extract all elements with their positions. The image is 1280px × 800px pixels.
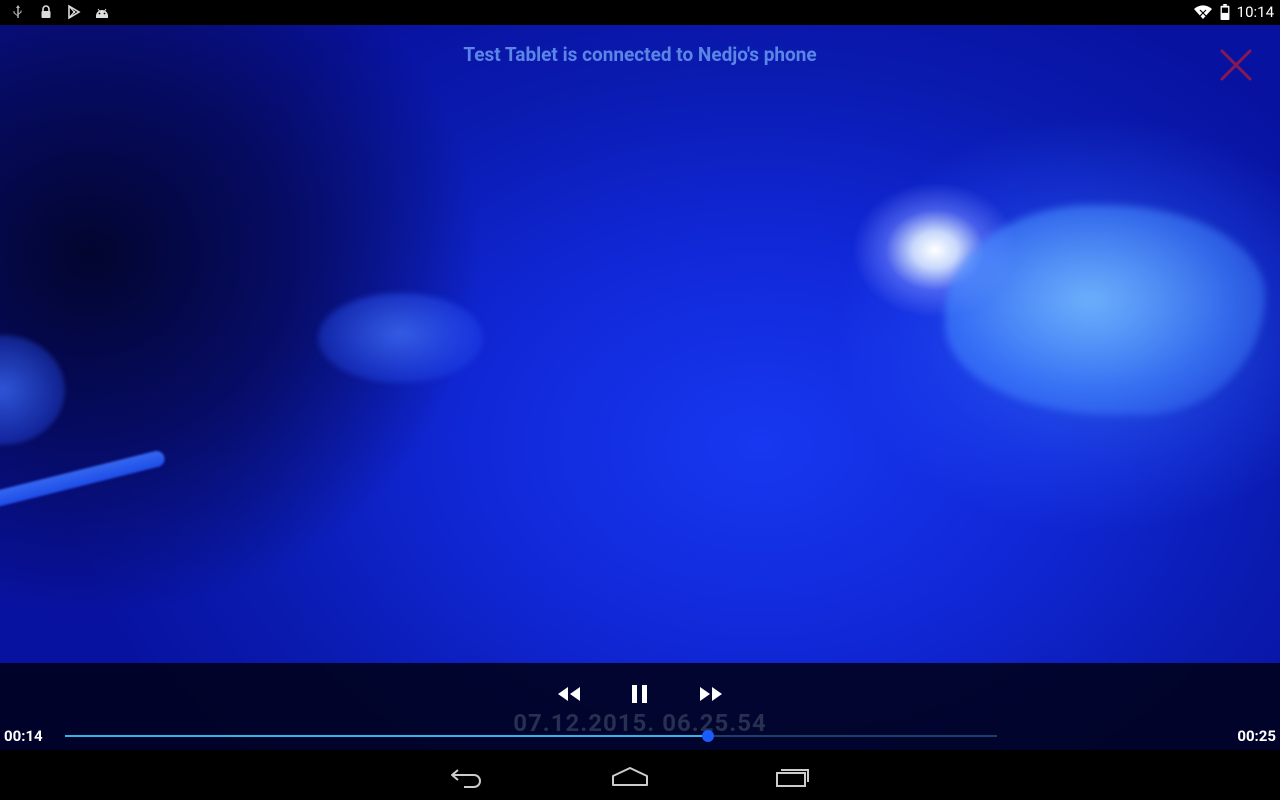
video-content xyxy=(0,449,167,511)
recording-timestamp: 07.12.2015. 06.25.54 xyxy=(513,709,767,737)
clock: 10:14 xyxy=(1236,3,1274,21)
recents-icon[interactable] xyxy=(773,764,813,788)
playback-controls: 07.12.2015. 06.25.54 00:14 00:25 xyxy=(0,663,1280,750)
video-content xyxy=(0,335,65,445)
rewind-icon[interactable] xyxy=(555,682,583,706)
android-debug-icon xyxy=(96,8,108,18)
status-bar: 10:14 xyxy=(0,0,1280,25)
cast-status-message: Test Tablet is connected to Nedjo's phon… xyxy=(463,43,817,66)
video-content xyxy=(318,293,483,383)
battery-icon xyxy=(1220,4,1230,20)
home-icon[interactable] xyxy=(610,764,650,788)
navigation-bar xyxy=(0,750,1280,800)
usb-icon xyxy=(13,5,22,18)
back-icon[interactable] xyxy=(448,764,488,788)
video-frame[interactable]: Test Tablet is connected to Nedjo's phon… xyxy=(0,25,1280,750)
seek-progress xyxy=(65,735,709,737)
pause-icon[interactable] xyxy=(626,682,654,706)
seek-bar[interactable] xyxy=(65,730,997,742)
wifi-icon xyxy=(1193,5,1212,19)
seek-thumb[interactable] xyxy=(702,730,715,742)
close-icon[interactable] xyxy=(1218,47,1254,83)
notification-icons xyxy=(10,4,110,20)
fast-forward-icon[interactable] xyxy=(697,682,725,706)
elapsed-time: 00:14 xyxy=(4,727,43,745)
system-icons: 10:14 xyxy=(1193,3,1274,21)
total-duration: 00:25 xyxy=(1237,727,1276,745)
play-store-icon xyxy=(68,4,81,20)
video-content xyxy=(945,205,1265,415)
lock-icon xyxy=(41,5,51,18)
